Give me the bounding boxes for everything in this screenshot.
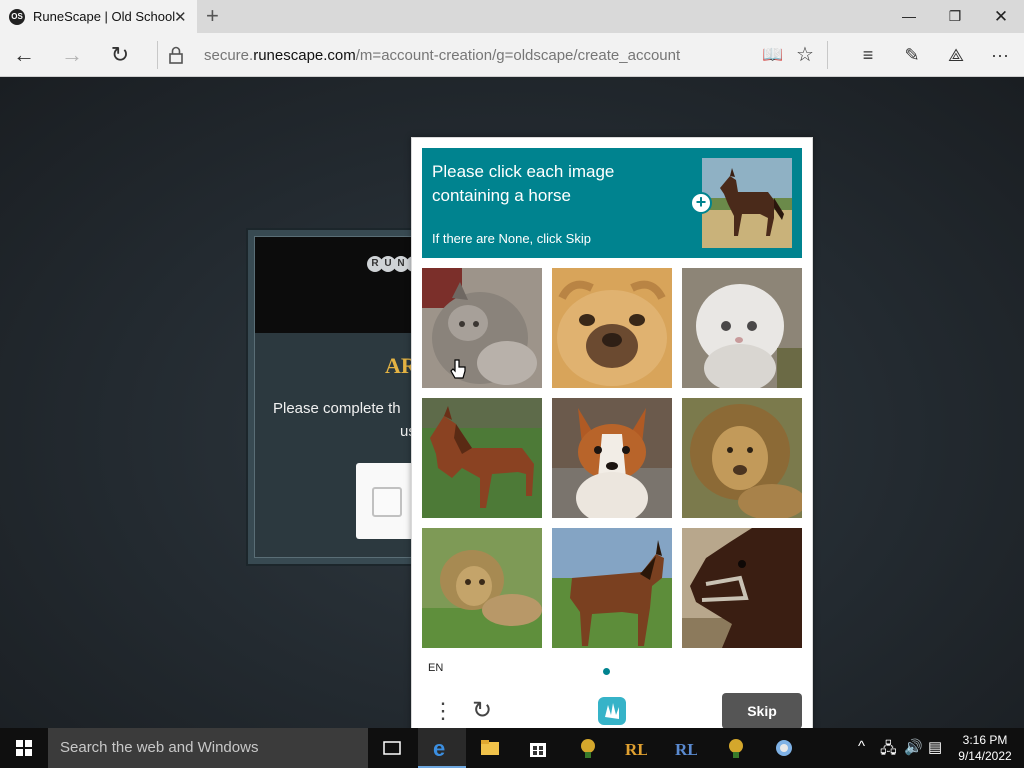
hcaptcha-logo-icon — [596, 695, 628, 727]
reading-view-icon[interactable]: 📖 — [762, 33, 784, 77]
windows-taskbar: Search the web and Windows e RL RL ^ 🖧 🔊… — [0, 728, 1024, 768]
challenge-tile-lion[interactable] — [682, 398, 802, 518]
skip-button[interactable]: Skip — [722, 693, 802, 729]
challenge-tile-horse[interactable] — [422, 398, 542, 518]
challenge-prompt: Please click each image containing a hor… — [422, 148, 802, 258]
svg-text:RL: RL — [625, 740, 647, 759]
clock-date: 9/14/2022 — [958, 749, 1012, 763]
hcaptcha-challenge: Please click each image containing a hor… — [411, 137, 813, 737]
task-view-icon[interactable] — [368, 728, 416, 768]
edge-browser-icon[interactable]: e — [418, 728, 466, 768]
url-path: /m=account-creation/g=oldscape/create_ac… — [355, 47, 681, 64]
challenge-tile-lion-lying[interactable] — [422, 528, 542, 648]
taskbar-search-box[interactable]: Search the web and Windows — [48, 728, 368, 768]
browser-tab[interactable]: OS RuneScape | Old School ✕ — [0, 0, 197, 33]
game-client-icon[interactable] — [564, 728, 612, 768]
runescape-favicon-icon: OS — [9, 9, 25, 25]
challenge-tile-pug[interactable] — [552, 268, 672, 388]
zoom-plus-icon[interactable]: + — [690, 192, 712, 214]
tab-close-icon[interactable]: ✕ — [174, 8, 187, 26]
file-explorer-icon[interactable] — [466, 728, 514, 768]
windows-start-icon[interactable] — [0, 728, 48, 768]
network-icon[interactable]: 🖧 — [880, 738, 897, 763]
challenge-tile-horse-2[interactable] — [552, 528, 672, 648]
url-host: runescape.com — [253, 47, 356, 64]
hub-icon[interactable]: ≡ — [856, 33, 880, 77]
minimize-icon[interactable]: — — [886, 0, 932, 33]
challenge-tile-kitten[interactable] — [682, 268, 802, 388]
web-note-icon[interactable]: ✎ — [900, 33, 924, 77]
example-horse-image — [702, 158, 792, 248]
challenge-tile-corgi[interactable] — [552, 398, 672, 518]
language-selector[interactable]: EN — [428, 662, 443, 674]
show-hidden-icons-chevron-icon[interactable]: ^ — [858, 738, 865, 755]
runelite-icon-2[interactable]: RL — [662, 728, 710, 768]
favorite-star-icon[interactable]: ☆ — [794, 33, 816, 77]
menu-kebab-icon[interactable]: ⋮ — [432, 698, 454, 724]
refresh-challenge-icon[interactable]: ↻ — [472, 696, 492, 725]
runelite-icon[interactable]: RL — [612, 728, 660, 768]
action-center-icon[interactable]: ▤ — [928, 738, 942, 756]
prompt-title: Please click each image containing a hor… — [432, 162, 615, 205]
toolbar-divider — [157, 41, 158, 69]
svg-text:e: e — [433, 737, 445, 759]
forward-arrow-icon[interactable]: → — [58, 33, 86, 77]
captcha-checkbox[interactable] — [372, 487, 402, 517]
volume-icon[interactable]: 🔊 — [904, 738, 923, 756]
store-icon[interactable] — [514, 728, 562, 768]
game-client-icon-2[interactable] — [712, 728, 760, 768]
svg-text:RL: RL — [675, 740, 697, 759]
new-tab-plus-icon[interactable]: + — [206, 3, 219, 29]
system-clock[interactable]: 3:16 PM 9/14/2022 — [950, 732, 1020, 764]
challenge-tile-cat[interactable] — [422, 268, 542, 388]
share-icon[interactable]: ⟁ — [944, 33, 968, 77]
network-tool-icon[interactable] — [760, 728, 808, 768]
refresh-icon[interactable]: ↻ — [106, 33, 134, 77]
tab-strip: OS RuneScape | Old School ✕ + — ❐ ✕ — [0, 0, 1024, 33]
back-arrow-icon[interactable]: ← — [10, 33, 38, 77]
url-prefix: secure. — [204, 47, 254, 64]
challenge-tile-horse-halter[interactable] — [682, 528, 802, 648]
toolbar-divider — [827, 41, 828, 69]
more-icon[interactable]: ··· — [988, 33, 1012, 77]
page-indicator-dot — [603, 668, 610, 675]
prompt-subtitle: If there are None, click Skip — [432, 231, 591, 246]
clock-time: 3:16 PM — [962, 733, 1008, 747]
restore-icon[interactable]: ❐ — [932, 0, 978, 33]
tab-title: RuneScape | Old School — [33, 9, 176, 24]
page-content: RUNE AR Please complete th us Please cli… — [0, 77, 1024, 737]
hand-cursor-icon — [450, 359, 466, 386]
close-window-icon[interactable]: ✕ — [978, 0, 1024, 33]
address-toolbar: ← → ↻ secure.runescape.com/m=account-cre… — [0, 33, 1024, 77]
address-bar[interactable]: secure.runescape.com/m=account-creation/… — [204, 47, 680, 64]
lock-icon — [166, 33, 186, 77]
